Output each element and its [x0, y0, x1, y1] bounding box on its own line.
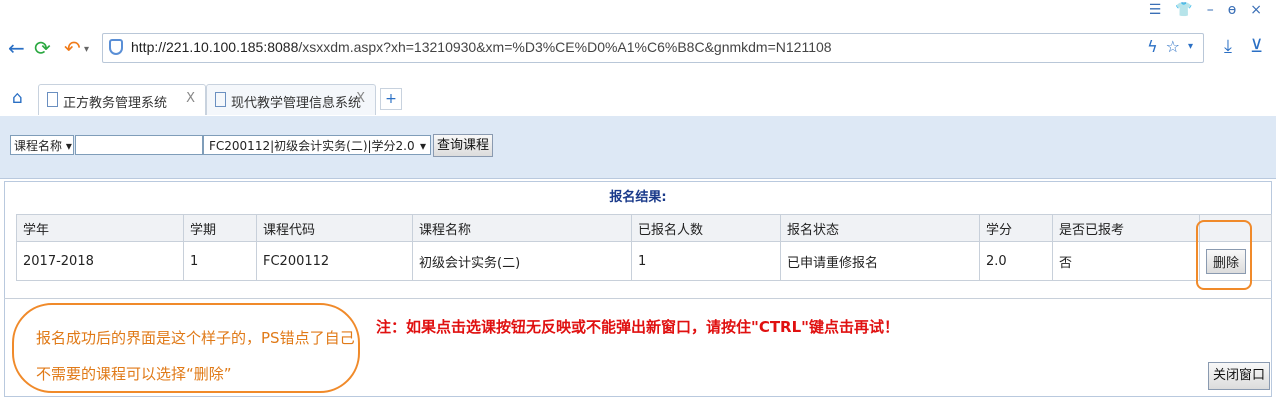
col-credit: 学分 — [979, 214, 1053, 242]
col-code: 课程代码 — [256, 214, 413, 242]
table-header-row: 学年 学期 课程代码 课程名称 已报名人数 报名状态 学分 是否已报考 — [16, 214, 1272, 242]
download-icon[interactable]: ⤓ — [1224, 36, 1232, 57]
results-title: 报名结果: — [609, 190, 667, 205]
cell-term: 1 — [183, 241, 257, 281]
close-button[interactable]: × — [1250, 2, 1262, 18]
restore-button[interactable]: ɵ — [1228, 2, 1237, 18]
tab-current[interactable]: 现代教学管理信息系统 X — [206, 84, 376, 115]
callout-line-1: 报名成功后的界面是这个样子的，PS错点了自己 — [36, 329, 355, 347]
results-table: 学年 学期 课程代码 课程名称 已报名人数 报名状态 学分 是否已报考 2017… — [16, 214, 1272, 281]
col-name: 课程名称 — [412, 214, 632, 242]
undo-icon[interactable]: ↶ — [64, 36, 81, 60]
tab-jwxt[interactable]: 正方教务管理系统 X — [38, 84, 206, 115]
close-icon[interactable]: X — [186, 91, 195, 106]
shirt-icon[interactable]: 👕 — [1175, 2, 1192, 18]
star-icon[interactable]: ☆ — [1166, 37, 1180, 57]
query-button[interactable]: 查询课程 — [433, 134, 493, 157]
col-registered: 是否已报考 — [1052, 214, 1200, 242]
search-input[interactable] — [75, 135, 203, 155]
address-tools: ϟ ☆ ▾ — [1147, 37, 1193, 57]
cell-code: FC200112 — [256, 241, 413, 281]
search-toolbar: 课程名称 ▾ FC200112|初级会计实务(二)|学分2.0 ▾ 查询课程 — [0, 116, 1276, 179]
course-select[interactable]: FC200112|初级会计实务(二)|学分2.0 ▾ — [203, 135, 431, 155]
tools-icon[interactable]: ⊻ — [1250, 36, 1263, 57]
cell-enrolled: 1 — [631, 241, 781, 281]
address-bar[interactable]: http://221.10.100.185:8088/xsxxdm.aspx?x… — [102, 33, 1204, 63]
tab-label: 正方教务管理系统 — [63, 96, 168, 111]
document-icon — [47, 92, 58, 107]
close-icon[interactable]: X — [356, 91, 365, 106]
annotation-callout: 报名成功后的界面是这个样子的，PS错点了自己 不需要的课程可以选择“删除” — [12, 303, 360, 393]
field-select[interactable]: 课程名称 ▾ — [10, 135, 74, 155]
cell-name: 初级会计实务(二) — [412, 241, 632, 281]
document-icon — [215, 92, 226, 107]
col-status: 报名状态 — [780, 214, 980, 242]
tab-label: 现代教学管理信息系统 — [231, 96, 362, 111]
cell-credit: 2.0 — [979, 241, 1053, 281]
col-enrolled: 已报名人数 — [631, 214, 781, 242]
tab-strip: ⌂ 正方教务管理系统 X 现代教学管理信息系统 X + — [0, 82, 1276, 117]
navigation-bar: ← ⟳ ↶ ▾ http://221.10.100.185:8088/xsxxd… — [0, 28, 1276, 68]
chevron-down-icon[interactable]: ▾ — [84, 44, 89, 55]
table-row: 2017-2018 1 FC200112 初级会计实务(二) 1 已申请重修报名… — [16, 241, 1272, 281]
col-year: 学年 — [16, 214, 184, 242]
warning-note: 注：如果点击选课按钮无反映或不能弹出新窗口，请按住"CTRL"键点击再试！ — [376, 318, 899, 336]
cell-year: 2017-2018 — [16, 241, 184, 281]
window-controls: ☰ 👕 – ɵ × — [1149, 0, 1276, 20]
minimize-button[interactable]: – — [1207, 2, 1214, 18]
shield-icon — [109, 39, 123, 55]
new-tab-button[interactable]: + — [380, 88, 402, 110]
home-icon[interactable]: ⌂ — [12, 88, 23, 108]
col-term: 学期 — [183, 214, 257, 242]
lightning-icon[interactable]: ϟ — [1147, 37, 1158, 57]
divider — [4, 298, 1272, 299]
url-text[interactable]: http://221.10.100.185:8088/xsxxdm.aspx?x… — [131, 39, 832, 55]
hamburger-icon[interactable]: ☰ — [1149, 2, 1162, 18]
delete-highlight-frame — [1196, 220, 1252, 290]
cell-registered: 否 — [1052, 241, 1200, 281]
back-arrow-icon[interactable]: ← — [8, 36, 25, 60]
refresh-icon[interactable]: ⟳ — [34, 36, 51, 60]
chevron-down-icon: ▾ — [419, 139, 426, 153]
cell-status: 已申请重修报名 — [780, 241, 980, 281]
callout-line-2: 不需要的课程可以选择“删除” — [36, 365, 232, 383]
close-window-button[interactable]: 关闭窗口 — [1208, 362, 1270, 390]
chevron-down-icon[interactable]: ▾ — [1188, 37, 1193, 57]
